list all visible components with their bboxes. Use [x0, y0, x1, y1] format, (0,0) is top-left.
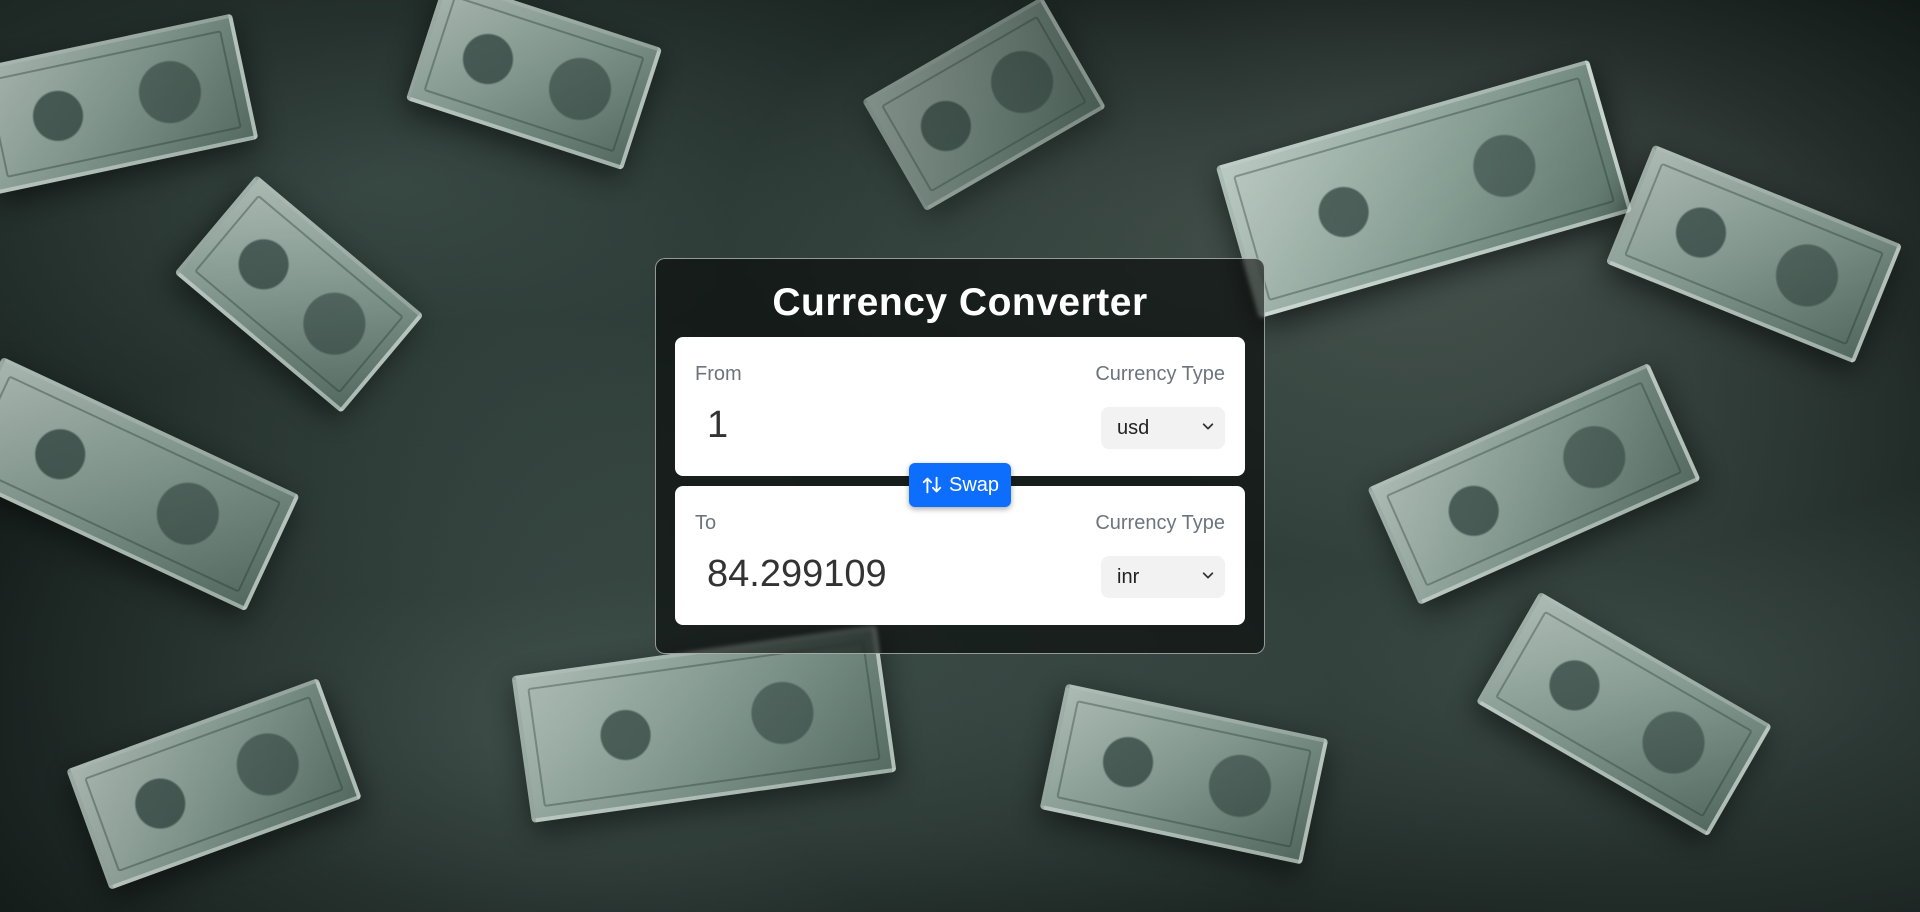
dollar-bill — [1605, 144, 1903, 364]
from-panel: From Currency Type usd — [675, 337, 1245, 476]
swap-button[interactable]: Swap — [909, 463, 1011, 507]
dollar-bill — [861, 0, 1107, 212]
from-currency-select[interactable]: usd — [1101, 407, 1225, 449]
to-currency-type-label: Currency Type — [1095, 512, 1225, 534]
dollar-bill — [0, 13, 259, 195]
dollar-bill — [1475, 591, 1773, 837]
swap-button-label: Swap — [948, 473, 1000, 496]
chevron-down-icon — [1202, 423, 1214, 430]
from-currency-value: usd — [1117, 417, 1150, 439]
swap-vertical-arrows-icon — [922, 476, 942, 494]
page-title: Currency Converter — [772, 281, 1148, 324]
dollar-bill — [1215, 59, 1633, 319]
dollar-bill — [405, 0, 663, 171]
chevron-down-icon — [1202, 572, 1214, 579]
from-amount-input[interactable] — [695, 397, 1055, 453]
dollar-bill — [0, 356, 300, 612]
to-currency-select[interactable]: inr — [1101, 556, 1225, 598]
from-label: From — [695, 363, 742, 385]
to-amount-input[interactable] — [695, 546, 1055, 602]
dollar-bill — [66, 678, 362, 890]
converter-card: Currency Converter From Currency Type us… — [655, 258, 1265, 654]
dollar-bill — [511, 625, 897, 823]
to-currency-value: inr — [1117, 566, 1140, 588]
dollar-bill — [1367, 362, 1701, 606]
from-currency-type-label: Currency Type — [1095, 363, 1225, 385]
to-label: To — [695, 512, 717, 534]
dollar-bill — [174, 174, 424, 414]
dollar-bill — [1039, 683, 1329, 865]
